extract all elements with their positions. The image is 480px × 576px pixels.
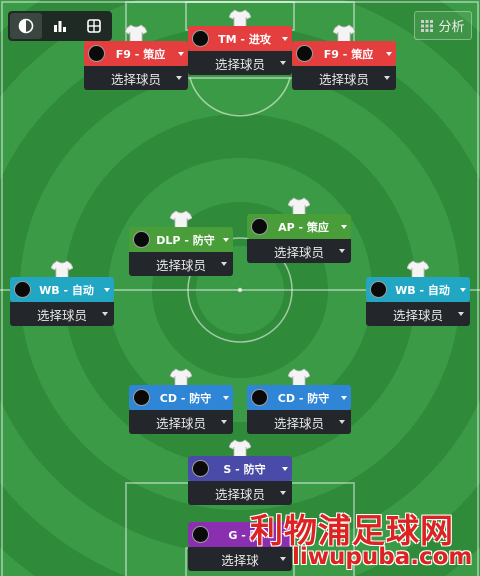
position-slot-f9-left: F9 - 策应 选择球员: [84, 24, 188, 90]
position-slot-s: S - 防守 选择球员: [188, 439, 292, 505]
role-selector[interactable]: WB - 自动: [366, 277, 470, 302]
chevron-down-icon: [386, 51, 392, 56]
player-avatar: [88, 45, 105, 62]
chevron-down-icon: [458, 312, 464, 316]
player-picker[interactable]: 选择球员: [84, 66, 188, 90]
player-avatar: [192, 526, 209, 543]
chevron-down-icon: [102, 312, 108, 316]
role-selector[interactable]: CD - 防守: [129, 385, 233, 410]
chevron-down-icon: [176, 76, 182, 80]
position-slot-ap: AP - 策应 选择球员: [247, 197, 351, 263]
position-slot-tm: TM - 进攻 选择球员: [188, 9, 292, 75]
pitch-icon: [87, 19, 101, 33]
player-avatar: [133, 389, 150, 406]
role-selector[interactable]: F9 - 策应: [84, 41, 188, 66]
position-slot-cd-right: CD - 防守 选择球员: [247, 368, 351, 434]
position-slot-wb-right: WB - 自动 选择球员: [366, 260, 470, 326]
role-selector[interactable]: G - 防: [188, 522, 292, 547]
player-avatar: [370, 281, 387, 298]
chevron-down-icon: [223, 237, 229, 242]
chevron-down-icon: [339, 420, 345, 424]
player-picker[interactable]: 选择球员: [247, 410, 351, 434]
chevron-down-icon: [104, 287, 110, 292]
role-selector[interactable]: CD - 防守: [247, 385, 351, 410]
role-selector[interactable]: DLP - 防守: [129, 227, 233, 252]
player-avatar: [251, 218, 268, 235]
player-picker[interactable]: 选择球员: [292, 66, 396, 90]
chevron-down-icon: [282, 36, 288, 41]
position-slot-wb-left: WB - 自动 选择球员: [10, 260, 114, 326]
chevron-down-icon: [221, 420, 227, 424]
player-picker[interactable]: 选择球员: [10, 302, 114, 326]
contrast-icon: [18, 18, 34, 34]
position-slot-dlp: DLP - 防守 选择球员: [129, 210, 233, 276]
chevron-down-icon: [223, 395, 229, 400]
chevron-down-icon: [280, 61, 286, 65]
player-avatar: [14, 281, 31, 298]
chevron-down-icon: [280, 491, 286, 495]
player-avatar: [192, 30, 209, 47]
chevron-down-icon: [339, 249, 345, 253]
player-picker[interactable]: 选择球员: [188, 481, 292, 505]
player-avatar: [251, 389, 268, 406]
player-picker[interactable]: 选择球员: [247, 239, 351, 263]
role-selector[interactable]: S - 防守: [188, 456, 292, 481]
view-toolbar: [8, 11, 112, 41]
player-picker[interactable]: 选择球员: [129, 252, 233, 276]
chevron-down-icon: [282, 466, 288, 471]
player-picker[interactable]: 选择球员: [366, 302, 470, 326]
role-selector[interactable]: F9 - 策应: [292, 41, 396, 66]
position-slot-f9-right: F9 - 策应 选择球员: [292, 24, 396, 90]
analyze-label: 分析: [438, 20, 465, 35]
chevron-down-icon: [384, 76, 390, 80]
position-slot-gk: G - 防 选择球: [188, 522, 292, 571]
player-picker[interactable]: 选择球员: [129, 410, 233, 434]
role-selector[interactable]: TM - 进攻: [188, 26, 292, 51]
position-slot-cd-left: CD - 防守 选择球员: [129, 368, 233, 434]
chevron-down-icon: [282, 532, 288, 537]
player-picker[interactable]: 选择球: [188, 547, 292, 571]
chevron-down-icon: [460, 287, 466, 292]
player-avatar: [133, 231, 150, 248]
chevron-down-icon: [341, 395, 347, 400]
player-avatar: [296, 45, 313, 62]
grid-icon: [421, 19, 434, 32]
player-avatar: [192, 460, 209, 477]
contrast-view-button[interactable]: [10, 13, 42, 39]
chevron-down-icon: [178, 51, 184, 56]
player-picker[interactable]: 选择球员: [188, 51, 292, 75]
analyze-button[interactable]: 分析: [414, 11, 472, 40]
stats-view-button[interactable]: [44, 13, 76, 39]
bar-chart-icon: [54, 21, 66, 32]
chevron-down-icon: [280, 557, 286, 561]
pitch-view-button[interactable]: [78, 13, 110, 39]
role-selector[interactable]: WB - 自动: [10, 277, 114, 302]
role-selector[interactable]: AP - 策应: [247, 214, 351, 239]
chevron-down-icon: [221, 262, 227, 266]
chevron-down-icon: [341, 224, 347, 229]
